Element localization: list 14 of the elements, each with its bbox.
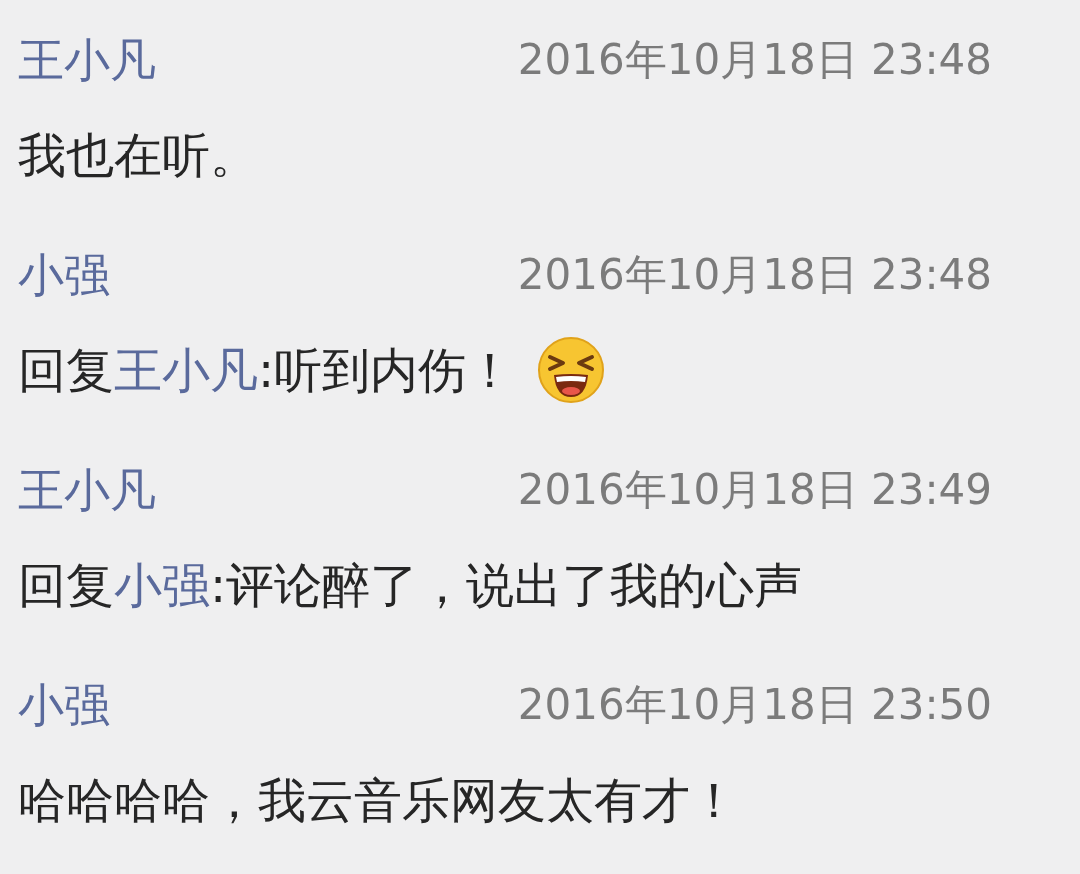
- author-name[interactable]: 王小凡: [18, 458, 156, 522]
- author-name[interactable]: 小强: [18, 243, 110, 307]
- timestamp: 2016年10月18日 23:48: [517, 34, 992, 86]
- comment-text: 回复小强:评论醉了，说出了我的心声: [18, 556, 803, 615]
- reply-to-link[interactable]: 小强: [114, 557, 210, 613]
- timestamp: 2016年10月18日 23:48: [517, 249, 992, 301]
- comment-text: 哈哈哈哈，我云音乐网友太有才！: [18, 771, 738, 830]
- reply-to-link[interactable]: 王小凡: [114, 342, 258, 398]
- timestamp: 2016年10月18日 23:50: [517, 679, 992, 731]
- timestamp: 2016年10月18日 23:49: [517, 464, 992, 516]
- author-name[interactable]: 王小凡: [18, 28, 156, 92]
- comment-text: 回复王小凡:听到内伤！: [18, 341, 515, 400]
- comment-text: 我也在听。: [18, 126, 258, 185]
- author-name[interactable]: 小强: [18, 673, 110, 737]
